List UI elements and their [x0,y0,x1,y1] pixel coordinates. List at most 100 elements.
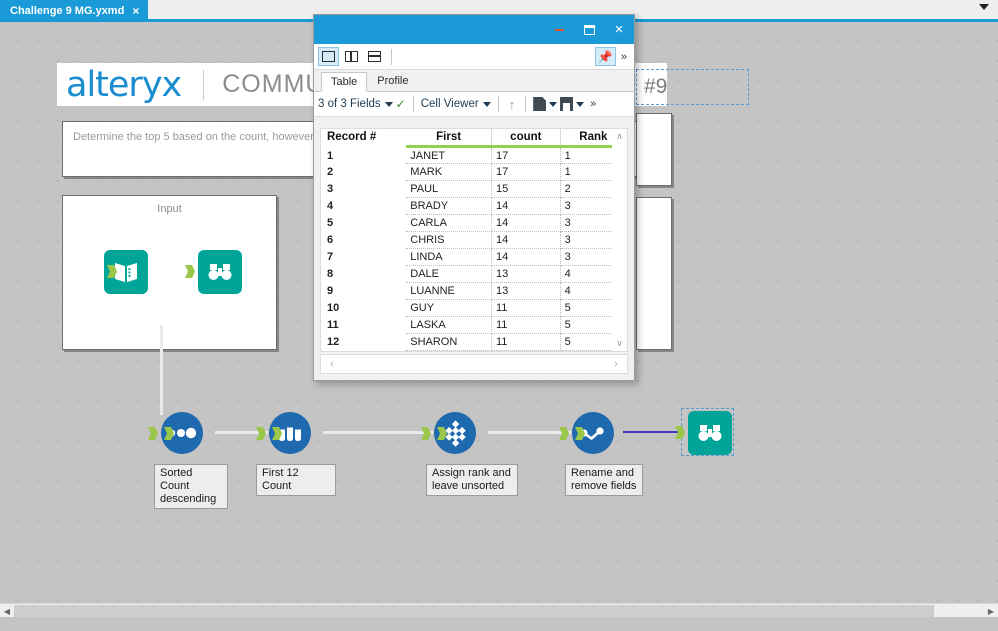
scroll-up-arrow-icon[interactable]: ∧ [612,129,627,144]
input-port[interactable] [148,427,158,440]
toolbar-overflow-icon[interactable]: » [587,98,599,110]
restore-button[interactable] [574,15,604,44]
sort-ascending-icon[interactable]: ↑ [506,97,519,112]
chevron-down-icon[interactable] [979,4,989,10]
table-row[interactable]: 1 JANET 17 1 [321,146,627,164]
cell-count[interactable]: 14 [491,231,561,249]
results-window[interactable]: × 📌 » Table Profile 3 of 3 Fields ✓ Cell… [313,14,635,381]
fields-selector[interactable]: 3 of 3 Fields [318,98,393,110]
cell-record-number[interactable]: 10 [321,300,406,317]
results-tabs: Table Profile [314,70,634,92]
cell-count[interactable]: 17 [491,163,561,181]
cell-count[interactable]: 15 [491,180,561,198]
table-row[interactable]: 3 PAUL 15 2 [321,180,627,198]
cell-record-number[interactable]: 11 [321,317,406,334]
document-tab-close-icon[interactable]: × [132,4,139,18]
scrollbar-thumb[interactable] [14,605,934,617]
cell-first[interactable]: CHRIS [406,231,493,249]
table-row[interactable]: 6 CHRIS 14 3 [321,231,627,249]
cell-first[interactable]: MARK [406,163,493,181]
tool-container-right-upper[interactable] [636,113,672,186]
cell-record-number[interactable]: 3 [321,181,406,198]
tab-table[interactable]: Table [321,72,368,92]
canvas-horizontal-scrollbar[interactable]: ◀ ▶ [0,603,998,617]
cell-record-number[interactable]: 6 [321,232,406,249]
table-row[interactable]: 9 LUANNE 13 4 [321,282,627,300]
cell-record-number[interactable]: 7 [321,249,406,266]
pin-button[interactable]: 📌 [594,47,616,66]
close-button[interactable]: × [604,15,634,44]
challenge-number-box[interactable]: #9 [636,69,749,105]
cell-first[interactable]: LINDA [406,248,493,266]
scroll-left-arrow-icon[interactable]: ‹ [323,355,341,373]
single-pane-icon [322,51,335,62]
cell-count[interactable]: 14 [491,214,561,232]
scroll-right-arrow-icon[interactable]: › [607,355,625,373]
results-titlebar[interactable]: × [314,15,634,44]
connection-multirow-to-select[interactable] [488,431,571,434]
cell-record-number[interactable]: 4 [321,198,406,215]
table-row[interactable]: 10 GUY 11 5 [321,299,627,317]
results-vertical-scrollbar[interactable]: ∧ ∨ [612,128,628,352]
cell-count[interactable]: 11 [491,316,561,334]
scroll-down-arrow-icon[interactable]: ∨ [612,336,627,351]
cell-viewer-selector[interactable]: Cell Viewer [421,98,491,110]
cell-record-number[interactable]: 8 [321,266,406,283]
scroll-right-arrow-icon[interactable]: ▶ [984,604,998,618]
split-horizontal-button[interactable] [364,47,385,66]
results-horizontal-scrollbar[interactable]: ‹ › [320,354,628,374]
cell-record-number[interactable]: 9 [321,283,406,300]
table-row[interactable]: 4 BRADY 14 3 [321,197,627,215]
table-row[interactable]: 5 CARLA 14 3 [321,214,627,232]
tool-container-right-lower[interactable] [636,197,672,350]
table-row[interactable]: 11 LASKA 11 5 [321,316,627,334]
cell-record-number[interactable]: 2 [321,164,406,181]
minimize-button[interactable] [544,15,574,44]
connection-select-to-browse[interactable] [623,431,683,433]
cell-first[interactable]: CARLA [406,214,493,232]
cell-first[interactable]: GUY [406,299,493,317]
table-row[interactable]: 2 MARK 17 1 [321,163,627,181]
cell-first[interactable]: SHARON [406,333,493,351]
copy-icon[interactable] [533,97,547,111]
results-table: Record # First count Rank 1 JANET 17 1 2 MARK… [321,129,627,351]
cell-first[interactable]: JANET [406,146,493,164]
toolbar-overflow-icon[interactable]: » [618,51,630,63]
cell-count[interactable]: 11 [491,333,561,351]
save-icon[interactable] [560,97,574,111]
cell-count[interactable]: 17 [491,146,561,164]
cell-record-number[interactable]: 1 [321,147,406,164]
document-tab-challenge9[interactable]: Challenge 9 MG.yxmd × [0,0,149,22]
chevron-down-icon[interactable] [576,101,585,107]
split-vertical-button[interactable] [341,47,362,66]
table-row[interactable]: 8 DALE 13 4 [321,265,627,283]
table-row[interactable]: 12 SHARON 11 5 [321,333,627,351]
connection-sample-to-multirow[interactable] [323,431,433,434]
results-data-grid[interactable]: Record # First count Rank 1 JANET 17 1 2 MARK… [320,128,628,352]
cell-record-number[interactable]: 5 [321,215,406,232]
apply-fields-check-icon[interactable]: ✓ [396,97,406,111]
table-row[interactable]: 7 LINDA 14 3 [321,248,627,266]
cell-count[interactable]: 14 [491,197,561,215]
connection-input-to-summarize[interactable] [160,325,163,415]
chevron-down-icon [482,101,491,107]
cell-count[interactable]: 14 [491,248,561,266]
cell-first[interactable]: LASKA [406,316,493,334]
scroll-left-arrow-icon[interactable]: ◀ [0,604,14,618]
cell-record-number[interactable]: 12 [321,334,406,351]
cell-first[interactable]: LUANNE [406,282,493,300]
tool-container-input[interactable]: Input [62,195,277,350]
chevron-down-icon[interactable] [549,101,558,107]
table-body: 1 JANET 17 1 2 MARK 17 1 3 PAUL 15 2 4 BRADY 14 3 5 CARLA… [321,146,627,351]
cell-first[interactable]: BRADY [406,197,493,215]
cell-count[interactable]: 13 [491,265,561,283]
cell-count[interactable]: 13 [491,282,561,300]
single-pane-button[interactable] [318,47,339,66]
column-header-record[interactable]: Record # [321,129,407,148]
column-header-first[interactable]: First [406,129,493,148]
column-header-count[interactable]: count [491,129,561,148]
cell-count[interactable]: 11 [491,299,561,317]
tab-profile[interactable]: Profile [367,71,418,91]
cell-first[interactable]: DALE [406,265,493,283]
cell-first[interactable]: PAUL [406,180,493,198]
